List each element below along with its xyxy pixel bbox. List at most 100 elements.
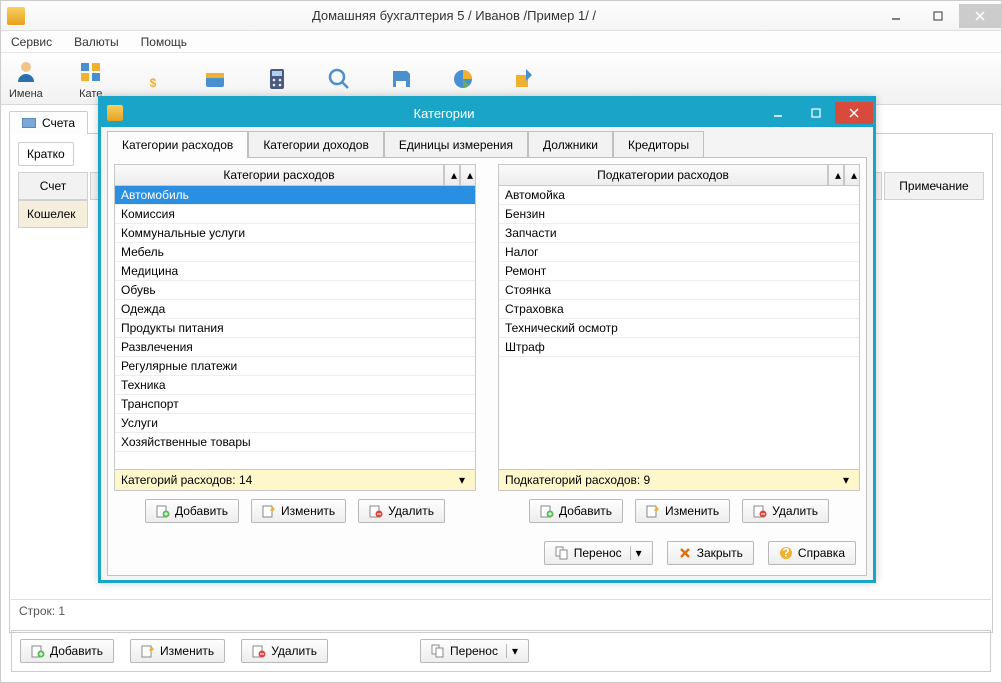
categories-list[interactable]: АвтомобильКомиссияКоммунальные услугиМеб… bbox=[114, 186, 476, 470]
tool-names[interactable]: Имена bbox=[9, 58, 43, 100]
list-item[interactable]: Бензин bbox=[499, 205, 859, 224]
cell-wallet[interactable]: Кошелек bbox=[18, 200, 88, 228]
add-button[interactable]: Добавить bbox=[20, 639, 114, 663]
list-item[interactable]: Автомобиль bbox=[115, 186, 475, 205]
dialog-minimize-button[interactable] bbox=[759, 102, 797, 124]
list-item[interactable]: Регулярные платежи bbox=[115, 357, 475, 376]
list-item[interactable]: Страховка bbox=[499, 300, 859, 319]
list-item[interactable]: Мебель bbox=[115, 243, 475, 262]
list-item[interactable]: Автомойка bbox=[499, 186, 859, 205]
dialog-titlebar[interactable]: Категории bbox=[101, 99, 873, 127]
menu-currencies[interactable]: Валюты bbox=[70, 33, 123, 51]
tool-calc[interactable] bbox=[263, 65, 291, 93]
list-item[interactable]: Ремонт bbox=[499, 262, 859, 281]
categories-column: Категории расходов ▴ ▴ АвтомобильКомисси… bbox=[114, 164, 476, 531]
list-item[interactable]: Запчасти bbox=[499, 224, 859, 243]
sub-edit-button[interactable]: Изменить bbox=[635, 499, 730, 523]
pie-icon bbox=[449, 65, 477, 93]
disk-icon bbox=[387, 65, 415, 93]
tab-debtors[interactable]: Должники bbox=[528, 131, 613, 158]
menu-service[interactable]: Сервис bbox=[7, 33, 56, 51]
list-item[interactable]: Комиссия bbox=[115, 205, 475, 224]
help-icon: ? bbox=[779, 546, 793, 560]
list-item[interactable]: Техника bbox=[115, 376, 475, 395]
dialog-close-button[interactable] bbox=[835, 102, 873, 124]
list-item[interactable]: Коммунальные услуги bbox=[115, 224, 475, 243]
scroll-down-icon[interactable]: ▾ bbox=[455, 473, 469, 487]
close-button[interactable] bbox=[959, 4, 1001, 28]
list-item[interactable]: Хозяйственные товары bbox=[115, 433, 475, 452]
tab-accounts[interactable]: Счета bbox=[9, 111, 88, 134]
tab-units[interactable]: Единицы измерения bbox=[384, 131, 528, 158]
list-item[interactable]: Медицина bbox=[115, 262, 475, 281]
help-button[interactable]: ?Справка bbox=[768, 541, 856, 565]
close-button[interactable]: Закрыть bbox=[667, 541, 754, 565]
tool-export[interactable] bbox=[511, 65, 539, 93]
chevron-down-icon: ▾ bbox=[630, 546, 642, 560]
dollar-icon: $ bbox=[139, 65, 167, 93]
scroll-up-icon[interactable]: ▴ bbox=[460, 164, 476, 186]
tool-search[interactable] bbox=[325, 65, 353, 93]
dialog-footer: Перенос▾ Закрыть ?Справка bbox=[114, 531, 860, 569]
cat-add-button[interactable]: Добавить bbox=[145, 499, 239, 523]
person-icon bbox=[12, 58, 40, 86]
cat-edit-button[interactable]: Изменить bbox=[251, 499, 346, 523]
export-icon bbox=[511, 65, 539, 93]
minimize-button[interactable] bbox=[875, 4, 917, 28]
list-item[interactable]: Обувь bbox=[115, 281, 475, 300]
plus-icon bbox=[540, 504, 554, 518]
transfer-button[interactable]: Перенос▾ bbox=[420, 639, 529, 663]
blocks-icon bbox=[77, 58, 105, 86]
tool-chart[interactable] bbox=[449, 65, 477, 93]
sub-add-button[interactable]: Добавить bbox=[529, 499, 623, 523]
subcategories-header[interactable]: Подкатегории расходов bbox=[498, 164, 828, 186]
list-item[interactable]: Продукты питания bbox=[115, 319, 475, 338]
window-title: Домашняя бухгалтерия 5 / Иванов /Пример … bbox=[33, 8, 875, 23]
list-item[interactable]: Штраф bbox=[499, 338, 859, 357]
plus-icon bbox=[156, 504, 170, 518]
categories-header[interactable]: Категории расходов bbox=[114, 164, 444, 186]
tool-money[interactable]: $ bbox=[139, 65, 167, 93]
app-icon bbox=[7, 7, 25, 25]
scroll-down-icon[interactable]: ▾ bbox=[839, 473, 853, 487]
pencil-icon bbox=[262, 504, 276, 518]
tool-save[interactable] bbox=[387, 65, 415, 93]
tool-categories[interactable]: Кате bbox=[77, 58, 105, 100]
subcategories-list[interactable]: АвтомойкаБензинЗапчастиНалогРемонтСтоянк… bbox=[498, 186, 860, 470]
list-item[interactable]: Одежда bbox=[115, 300, 475, 319]
categories-footer: Категорий расходов: 14 bbox=[121, 473, 455, 487]
calculator-icon bbox=[263, 65, 291, 93]
list-item[interactable]: Налог bbox=[499, 243, 859, 262]
dialog-maximize-button[interactable] bbox=[797, 102, 835, 124]
tab-income[interactable]: Категории доходов bbox=[248, 131, 384, 158]
list-item[interactable]: Транспорт bbox=[115, 395, 475, 414]
scroll-up-icon[interactable]: ▴ bbox=[844, 164, 860, 186]
rows-count: Строк: 1 bbox=[19, 604, 65, 618]
tab-creditors[interactable]: Кредиторы bbox=[613, 131, 704, 158]
tool-wallet[interactable] bbox=[201, 65, 229, 93]
pencil-icon bbox=[141, 644, 155, 658]
list-item[interactable]: Стоянка bbox=[499, 281, 859, 300]
col-account[interactable]: Счет bbox=[18, 172, 88, 200]
delete-icon bbox=[252, 644, 266, 658]
menu-help[interactable]: Помощь bbox=[137, 33, 191, 51]
sub-delete-button[interactable]: Удалить bbox=[742, 499, 829, 523]
subcategories-footer: Подкатегорий расходов: 9 bbox=[505, 473, 839, 487]
transfer-button[interactable]: Перенос▾ bbox=[544, 541, 653, 565]
list-item[interactable]: Услуги bbox=[115, 414, 475, 433]
col-note[interactable]: Примечание bbox=[884, 172, 984, 200]
cat-delete-button[interactable]: Удалить bbox=[358, 499, 445, 523]
maximize-button[interactable] bbox=[917, 4, 959, 28]
group-short: Кратко bbox=[18, 142, 74, 166]
sort-icon[interactable]: ▴ bbox=[444, 164, 460, 186]
delete-button[interactable]: Удалить bbox=[241, 639, 328, 663]
list-item[interactable]: Технический осмотр bbox=[499, 319, 859, 338]
menubar: Сервис Валюты Помощь bbox=[1, 31, 1001, 53]
edit-button[interactable]: Изменить bbox=[130, 639, 225, 663]
search-icon bbox=[325, 65, 353, 93]
tab-expense[interactable]: Категории расходов bbox=[107, 131, 248, 158]
svg-text:$: $ bbox=[149, 76, 156, 90]
transfer-icon bbox=[555, 546, 569, 560]
sort-icon[interactable]: ▴ bbox=[828, 164, 844, 186]
list-item[interactable]: Развлечения bbox=[115, 338, 475, 357]
